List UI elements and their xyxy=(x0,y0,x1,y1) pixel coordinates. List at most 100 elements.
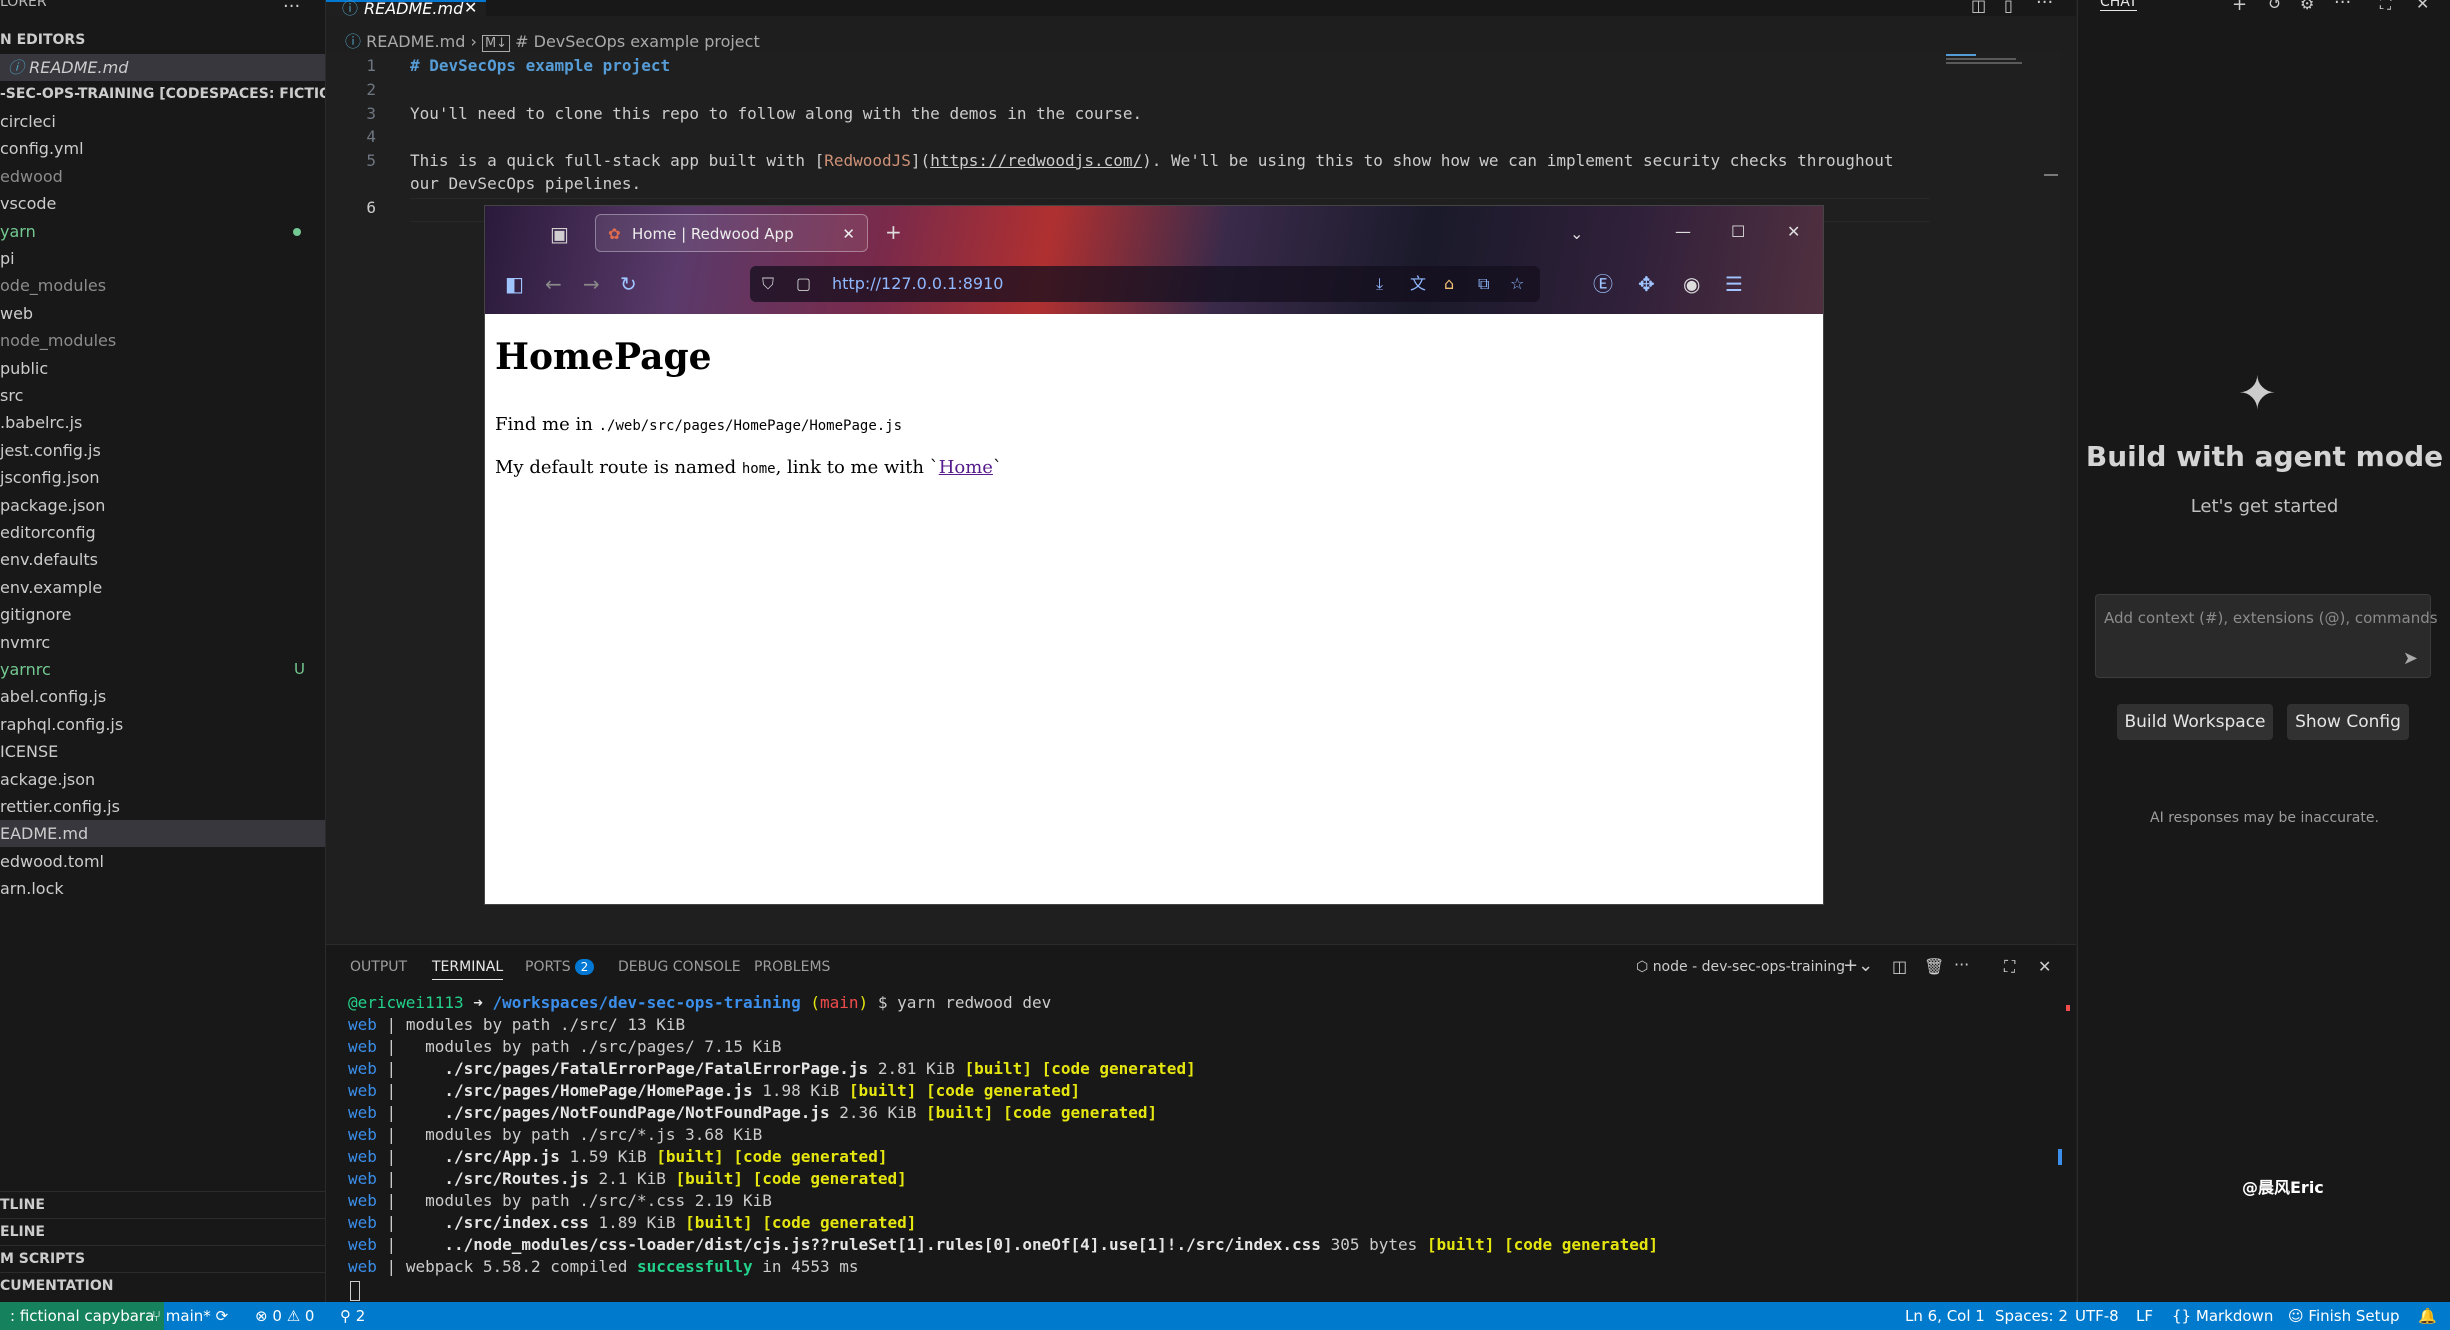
repo-section[interactable]: -SEC-OPS-TRAINING [CODESPACES: FICTIONAL… xyxy=(0,81,325,108)
more-actions-icon[interactable]: ··· xyxy=(1954,955,1969,974)
split-terminal-icon[interactable]: ◫ xyxy=(1892,957,1907,976)
cursor-position[interactable]: Ln 6, Col 1 xyxy=(1905,1302,1985,1330)
file-tree-item[interactable]: gitignore xyxy=(0,601,325,628)
open-editors-section[interactable]: N EDITORS xyxy=(0,27,325,54)
documentation-section[interactable]: CUMENTATION xyxy=(0,1272,325,1300)
open-editor-readme[interactable]: ⓘ README.md xyxy=(0,54,325,81)
translate-page-icon[interactable]: ⧉ xyxy=(1478,266,1489,302)
file-tree-item[interactable]: .babelrc.js xyxy=(0,409,325,436)
tab-problems[interactable]: PROBLEMS xyxy=(754,959,830,975)
profile-icon[interactable]: ◉ xyxy=(1683,274,1700,294)
tab-ports[interactable]: PORTS 2 xyxy=(525,959,595,975)
split-editor-icon[interactable]: ◫ xyxy=(1971,0,1986,15)
more-actions-icon[interactable]: ··· xyxy=(2334,0,2351,13)
problems-indicator[interactable]: ⊗ 0 ⚠ 0 xyxy=(255,1302,314,1330)
minimap[interactable] xyxy=(1946,54,2026,64)
file-tree-item[interactable]: edwood.toml xyxy=(0,848,325,875)
trash-icon[interactable]: 🗑 xyxy=(1924,957,1944,976)
url-bar[interactable]: ⛉ ▢ http://127.0.0.1:8910 ⤓ 文 ⌂ ⧉ ☆ xyxy=(750,266,1540,302)
language-mode[interactable]: {} Markdown xyxy=(2172,1302,2273,1330)
tab-debug-console[interactable]: DEBUG CONSOLE xyxy=(618,959,741,975)
browser-tab[interactable]: ✿ Home | Redwood App ✕ xyxy=(595,214,868,252)
breadcrumb-file[interactable]: README.md xyxy=(366,32,465,51)
show-config-button[interactable]: Show Config xyxy=(2287,704,2409,740)
layout-icon[interactable]: ▯ xyxy=(2004,0,2013,15)
file-tree-item[interactable]: abel.config.js xyxy=(0,683,325,710)
forward-icon[interactable]: → xyxy=(583,274,600,294)
finish-setup[interactable]: ☺ Finish Setup xyxy=(2288,1302,2400,1330)
more-actions-icon[interactable]: ··· xyxy=(283,0,300,17)
file-tree-item[interactable]: config.yml xyxy=(0,135,325,162)
translate-icon[interactable]: 文 xyxy=(1410,266,1426,302)
terminal-selector[interactable]: ⬡ node - dev-sec-ops-training xyxy=(1636,959,1845,975)
file-tree-item[interactable]: ackage.json xyxy=(0,766,325,793)
ports-indicator[interactable]: ⚲ 2 xyxy=(340,1302,365,1330)
file-tree-item[interactable]: yarnrc U xyxy=(0,656,325,683)
file-tree-item[interactable]: rettier.config.js xyxy=(0,793,325,820)
maximize-icon[interactable]: ☐ xyxy=(1731,222,1745,242)
file-tree-item[interactable]: src xyxy=(0,382,325,409)
notifications-bell-icon[interactable]: 🔔 xyxy=(2418,1302,2437,1330)
close-panel-icon[interactable]: ✕ xyxy=(2038,957,2051,976)
file-tree-item[interactable]: yarn xyxy=(0,218,325,245)
file-tree-item[interactable]: env.example xyxy=(0,574,325,601)
send-icon[interactable]: ➤ xyxy=(2403,648,2418,669)
outline-section[interactable]: TLINE xyxy=(0,1191,325,1219)
download-icon[interactable]: ⤓ xyxy=(1376,266,1383,302)
file-tree-item[interactable]: editorconfig xyxy=(0,519,325,546)
remote-indicator[interactable]: : fictional capybara xyxy=(0,1302,165,1330)
file-tree-item[interactable]: web xyxy=(0,300,325,327)
close-tab-icon[interactable]: ✕ xyxy=(842,215,855,253)
git-branch[interactable]: ⑂ main* ⟳ xyxy=(152,1302,228,1330)
reload-icon[interactable]: ↻ xyxy=(620,274,637,294)
extensions-puzzle-icon[interactable]: ✥ xyxy=(1638,274,1655,294)
history-icon[interactable]: ↺ xyxy=(2268,0,2281,13)
timeline-section[interactable]: ELINE xyxy=(0,1218,325,1246)
sidebar-toggle-icon[interactable]: ◧ xyxy=(505,274,524,294)
close-window-icon[interactable]: ✕ xyxy=(1787,222,1800,242)
build-workspace-button[interactable]: Build Workspace xyxy=(2117,704,2273,740)
file-tree-item[interactable]: package.json xyxy=(0,492,325,519)
chevron-down-icon[interactable]: ⌄ xyxy=(1570,224,1583,244)
eol[interactable]: LF xyxy=(2136,1302,2153,1330)
home-icon[interactable]: ⌂ xyxy=(1444,266,1454,302)
file-tree-item[interactable]: circleci xyxy=(0,108,325,135)
file-tree-item[interactable]: nvmrc xyxy=(0,629,325,656)
npm-scripts-section[interactable]: M SCRIPTS xyxy=(0,1245,325,1273)
file-tree-item[interactable]: jsconfig.json xyxy=(0,464,325,491)
gear-icon[interactable]: ⚙ xyxy=(2300,0,2314,13)
maximize-icon[interactable]: ⛶ xyxy=(2380,0,2391,14)
tab-overview-icon[interactable]: ▣ xyxy=(550,224,569,244)
new-chat-icon[interactable]: + xyxy=(2232,0,2247,15)
bookmark-star-icon[interactable]: ☆ xyxy=(1510,266,1524,302)
encoding[interactable]: UTF-8 xyxy=(2075,1302,2119,1330)
new-tab-icon[interactable]: + xyxy=(885,222,902,242)
markdown-url-link[interactable]: https://redwoodjs.com/ xyxy=(930,151,1142,170)
file-tree-item[interactable]: env.defaults xyxy=(0,546,325,573)
close-icon[interactable]: ✕ xyxy=(464,0,477,16)
maximize-panel-icon[interactable]: ⛶ xyxy=(2004,957,2015,977)
tab-terminal[interactable]: TERMINAL xyxy=(432,959,504,980)
browser-window[interactable]: ▣ ✿ Home | Redwood App ✕ + ⌄ — ☐ ✕ ◧ ← →… xyxy=(485,206,1823,904)
indentation[interactable]: Spaces: 2 xyxy=(1995,1302,2068,1330)
home-link[interactable]: Home xyxy=(939,457,993,478)
close-icon[interactable]: ✕ xyxy=(2416,0,2429,13)
file-tree-item[interactable]: edwood xyxy=(0,163,325,190)
chat-input[interactable]: Add context (#), extensions (@), command… xyxy=(2095,594,2438,678)
file-tree-item[interactable]: public xyxy=(0,355,325,382)
minimize-icon[interactable]: — xyxy=(1675,222,1691,242)
file-tree-item[interactable]: pi xyxy=(0,245,325,272)
tab-output[interactable]: OUTPUT xyxy=(350,959,407,975)
new-terminal-icon[interactable]: +⌄ xyxy=(1843,955,1873,976)
file-tree-item[interactable]: vscode xyxy=(0,190,325,217)
back-icon[interactable]: ← xyxy=(545,274,562,294)
tab-readme[interactable]: ⓘ README.md ✕ xyxy=(326,0,486,17)
file-tree-item[interactable]: EADME.md xyxy=(0,820,325,848)
file-tree-item[interactable]: raphql.config.js xyxy=(0,711,325,738)
breadcrumb-symbol[interactable]: # DevSecOps example project xyxy=(515,32,760,51)
file-tree-item[interactable]: node_modules xyxy=(0,327,325,354)
menu-icon[interactable]: ☰ xyxy=(1725,274,1743,294)
extension-e-icon[interactable]: Ⓔ xyxy=(1593,274,1613,294)
file-tree-item[interactable]: ICENSE xyxy=(0,738,325,765)
file-tree-item[interactable]: arn.lock xyxy=(0,875,325,902)
